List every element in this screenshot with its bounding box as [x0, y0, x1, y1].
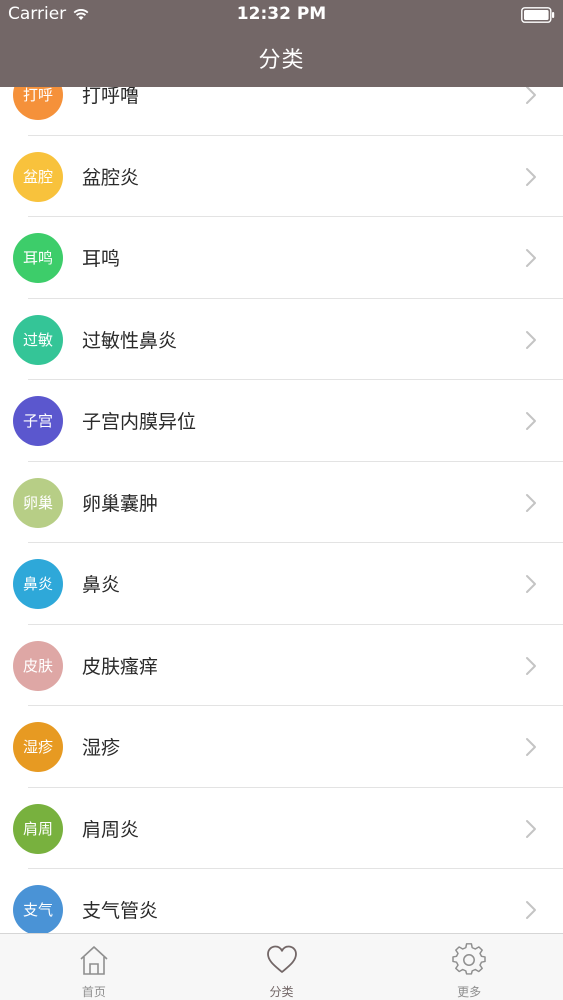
- category-label: 皮肤瘙痒: [82, 655, 159, 678]
- gear-icon: [452, 943, 486, 975]
- chevron-right-icon: [526, 575, 536, 593]
- tab-home-label: 首页: [81, 985, 106, 999]
- category-label: 肩周炎: [82, 818, 140, 841]
- chevron-right-icon: [526, 249, 536, 267]
- app-screen: 打呼 打呼噜 盆腔 盆腔炎 耳鸣 耳鸣 过敏 过敏性鼻炎 子宫 子宫内膜异位 卵巢 卵巢囊肿 鼻炎 鼻炎皮…: [0, 0, 563, 1000]
- category-label: 支气管炎: [82, 900, 159, 922]
- tab-home[interactable]: 首页: [0, 934, 188, 1000]
- tab-bar: 首页 分类 更多: [0, 933, 563, 1000]
- category-badge: 肩周: [13, 803, 63, 854]
- list-item[interactable]: 肩周 肩周炎: [0, 787, 563, 869]
- tab-more-label: 更多: [457, 985, 482, 999]
- chevron-right-icon: [526, 167, 536, 186]
- heart-icon: [266, 945, 297, 973]
- tab-category[interactable]: 分类: [188, 934, 376, 1000]
- category-label: 过敏性鼻炎: [82, 329, 178, 352]
- list-item[interactable]: 盆腔 盆腔炎: [0, 135, 563, 217]
- chevron-right-icon: [526, 86, 536, 104]
- list-item[interactable]: 鼻炎 鼻炎: [0, 543, 563, 625]
- category-badge: 鼻炎: [13, 559, 63, 609]
- category-badge: 盆腔: [13, 151, 63, 202]
- chevron-right-icon: [526, 819, 536, 838]
- chevron-right-icon: [526, 738, 536, 756]
- list-item[interactable]: 子宫 子宫内膜异位: [0, 380, 563, 462]
- category-badge: 皮肤: [13, 640, 63, 691]
- category-label: 湿疹: [82, 737, 121, 759]
- category-label: 鼻炎: [82, 574, 121, 596]
- category-badge: 子宫: [13, 396, 63, 446]
- list-item[interactable]: 皮肤 皮肤瘙痒: [0, 624, 563, 706]
- category-list[interactable]: 打呼 打呼噜 盆腔 盆腔炎 耳鸣 耳鸣 过敏 过敏性鼻炎 子宫 子宫内膜异位 卵巢 卵巢囊肿 鼻炎 鼻炎皮…: [0, 54, 563, 951]
- category-badge: 支气: [13, 885, 63, 935]
- tab-more[interactable]: 更多: [375, 934, 563, 1000]
- chevron-right-icon: [526, 412, 536, 430]
- navigation-header: Carrier 12:32 PM 分类: [0, 0, 563, 87]
- category-label: 子宫内膜异位: [82, 411, 197, 433]
- list-item[interactable]: 过敏 过敏性鼻炎: [0, 298, 563, 380]
- page-title: 分类: [258, 48, 305, 73]
- category-badge: 过敏: [13, 314, 63, 365]
- list-item[interactable]: 耳鸣 耳鸣: [0, 217, 563, 299]
- status-bar: Carrier 12:32 PM: [0, 0, 563, 30]
- list-item[interactable]: 湿疹 湿疹: [0, 706, 563, 788]
- tab-category-label: 分类: [269, 985, 294, 999]
- chevron-right-icon: [526, 493, 536, 512]
- category-label: 盆腔炎: [82, 166, 140, 189]
- battery-icon: [521, 7, 555, 23]
- category-label: 耳鸣: [82, 248, 121, 270]
- list-item[interactable]: 卵巢 卵巢囊肿: [0, 461, 563, 543]
- chevron-right-icon: [526, 330, 536, 349]
- chevron-right-icon: [526, 901, 536, 919]
- category-badge: 卵巢: [13, 477, 63, 528]
- home-icon: [80, 946, 108, 975]
- category-badge: 耳鸣: [13, 233, 63, 283]
- category-label: 卵巢囊肿: [82, 492, 159, 515]
- category-badge: 湿疹: [13, 722, 63, 772]
- chevron-right-icon: [526, 656, 536, 675]
- status-time: 12:32 PM: [236, 4, 327, 24]
